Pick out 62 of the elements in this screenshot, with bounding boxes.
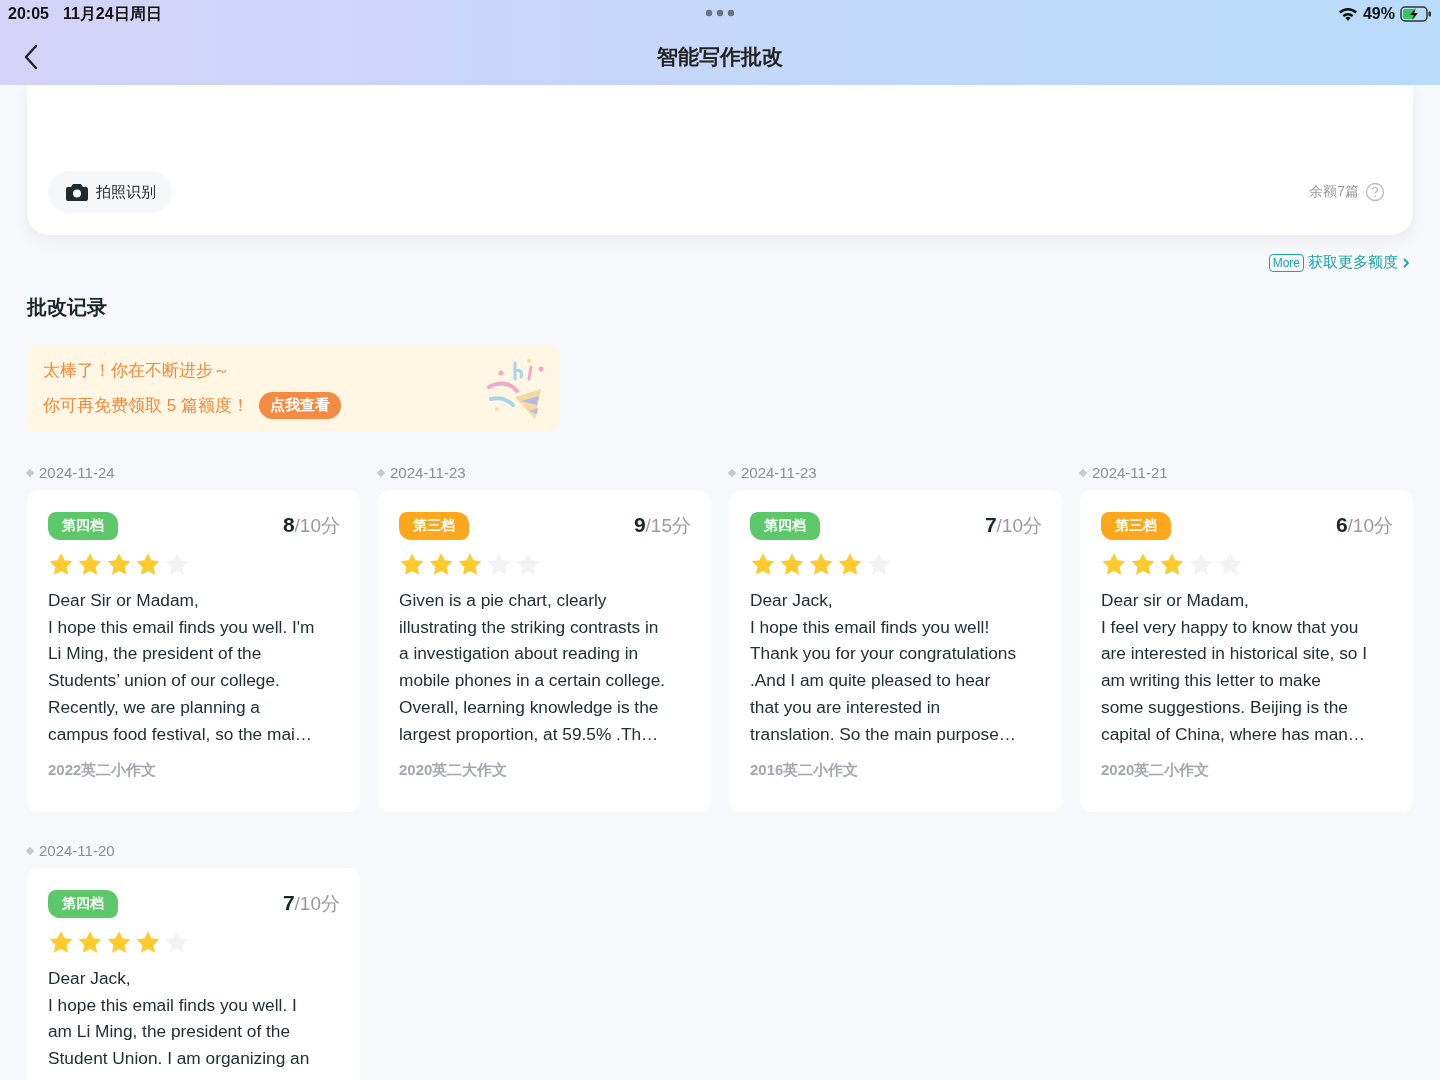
- record-date: 2024-11-24: [27, 464, 360, 481]
- filled-star-icon: [77, 930, 103, 955]
- score: 7/10分: [984, 513, 1042, 538]
- status-time: 20:05: [8, 5, 49, 23]
- grade-badge: 第四档: [750, 512, 820, 540]
- essay-record-card[interactable]: [378, 490, 711, 812]
- record-date: 2024-11-21: [1080, 464, 1413, 481]
- exam-label: 2020英二小作文: [1101, 761, 1211, 781]
- score: 9/15分: [633, 513, 691, 538]
- status-date: 11月24日周日: [62, 3, 162, 24]
- filled-star-icon: [750, 552, 776, 577]
- quota-remaining: 余额7篇: [1309, 183, 1359, 201]
- essay-record-card[interactable]: 第四档 7/10分 Dear Jack, I hope this email finds you well. I am Li Ming, the president of the Student Union. I am organizing an: [27, 868, 360, 1080]
- essay-record-card[interactable]: 第四档 8/10分 Dear Sir or Madam, I hope this email finds you well. I'm Li Ming, the president of the Students’ union of our college. Recently, we are planning a campus food festival, so the mai… 2022英二小作文: [27, 490, 360, 812]
- section-title: 批改记录: [27, 295, 108, 320]
- filled-star-icon: [428, 552, 454, 577]
- battery-percent: 49%: [1362, 5, 1395, 23]
- essay-record-card[interactable]: [1080, 490, 1413, 812]
- grade-badge: 第四档: [48, 512, 118, 540]
- filled-star-icon: [48, 552, 74, 577]
- score: 8/10分: [282, 513, 340, 538]
- score: 7/10分: [282, 891, 340, 916]
- grade-badge: 第四档: [48, 890, 118, 918]
- filled-star-icon: [1130, 552, 1156, 577]
- grade-badge: 第三档: [399, 512, 469, 540]
- essay-excerpt: Dear Jack, I hope this email finds you well. I am Li Ming, the president of the Student Union. I am organizing an: [48, 967, 311, 1071]
- banner-offer: 你可再免费领取 5 篇额度！: [43, 394, 249, 417]
- record-date: 2024-11-23: [729, 464, 1062, 481]
- filled-star-icon: [1101, 552, 1127, 577]
- filled-star-icon: [399, 552, 425, 577]
- back-icon[interactable]: [24, 44, 38, 70]
- banner-message: 太棒了！你在不断进步～: [43, 359, 231, 382]
- battery-charging-icon: [1400, 6, 1432, 22]
- score: 6/10分: [1335, 513, 1393, 538]
- filled-star-icon: [135, 930, 161, 955]
- filled-star-icon: [135, 552, 161, 577]
- grade-badge: 第三档: [1101, 512, 1171, 540]
- filled-star-icon: [1159, 552, 1185, 577]
- exam-label: 2016英二小作文: [750, 761, 860, 781]
- record-date: 2024-11-20: [27, 842, 360, 859]
- filled-star-icon: [779, 552, 805, 577]
- exam-label: 2020英二大作文: [399, 761, 509, 781]
- filled-star-icon: [77, 552, 103, 577]
- page-title: 智能写作批改: [657, 43, 783, 70]
- essay-excerpt: Given is a pie chart, clearly illustrating the striking contrasts in a investigation about reading in mobile phones in a certain college. Overall, learning knowledge is the largest proportion, at 59.5% .Th…: [399, 589, 667, 746]
- camera-icon: [66, 183, 88, 201]
- filled-star-icon: [837, 552, 863, 577]
- filled-star-icon: [106, 552, 132, 577]
- multitask-dots-icon[interactable]: [705, 9, 735, 17]
- filled-star-icon: [48, 930, 74, 955]
- record-date: 2024-11-23: [378, 464, 711, 481]
- essay-excerpt: Dear Sir or Madam, I hope this email finds you well. I'm Li Ming, the president of the Students’ union of our college. Recently, we are planning a campus food festival, so the mai…: [48, 589, 316, 746]
- filled-star-icon: [106, 930, 132, 955]
- chevron-right-icon: [1402, 256, 1410, 269]
- essay-record-card[interactable]: 第四档 7/10分 Dear Jack, I hope this email finds you well! Thank you for your congratulations .And I am quite pleased to hear that you are interested in translation. So the main purpose… 2016英二小作文: [729, 490, 1062, 812]
- photo-recognize-button[interactable]: 拍照识别: [48, 171, 172, 213]
- essay-excerpt: Dear sir or Madam, I feel very happy to know that you are interested in historical site, so I am writing this letter to make some suggestions. Beijing is the capital of China, where has man…: [1101, 589, 1369, 746]
- filled-star-icon: [457, 552, 483, 577]
- essay-excerpt: Dear Jack, I hope this email finds you well! Thank you for your congratulations .And I am quite pleased to hear that you are interested in translation. So the main purpose…: [750, 589, 1018, 746]
- wifi-icon: [1337, 6, 1358, 22]
- exam-label: 2022英二小作文: [48, 761, 158, 781]
- filled-star-icon: [808, 552, 834, 577]
